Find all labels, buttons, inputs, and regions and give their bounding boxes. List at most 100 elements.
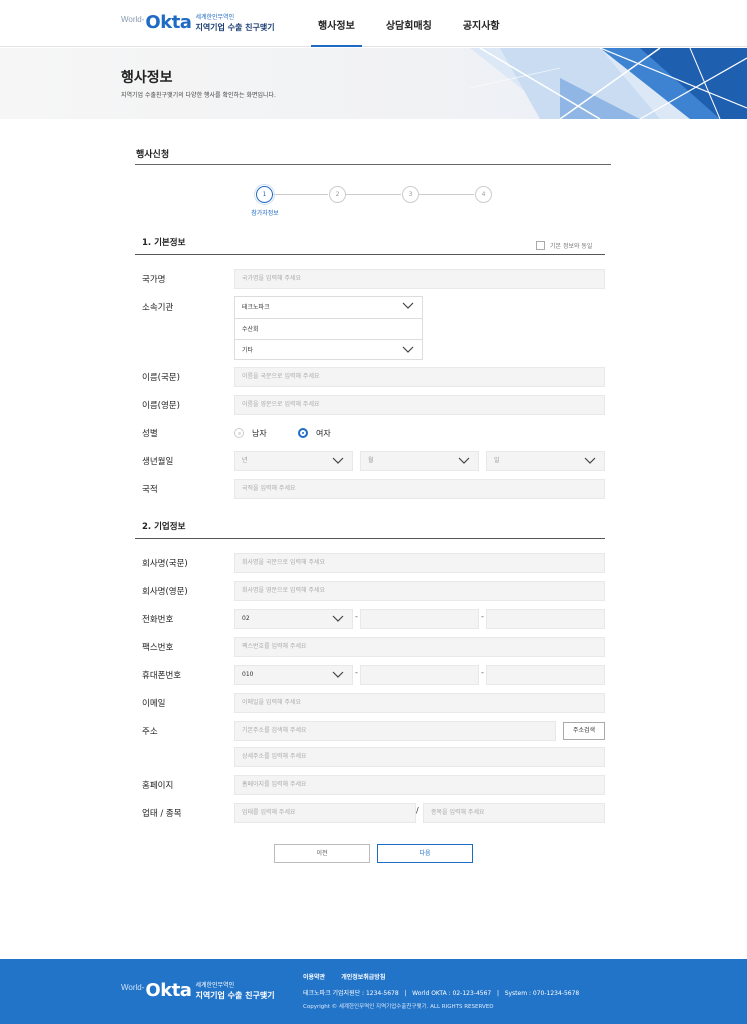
fax-label: 팩스번호: [142, 643, 174, 653]
banner-graphic: [469, 48, 747, 119]
name-en-label: 이름(영문): [142, 401, 180, 411]
nationality-input[interactable]: 국적을 입력해 주세요: [234, 479, 605, 499]
step-1: 1: [254, 184, 275, 205]
org-option-other[interactable]: 기타: [235, 340, 422, 361]
chevron-down-icon: [332, 671, 344, 678]
phone-separator: -: [355, 612, 358, 621]
address-label: 주소: [142, 727, 158, 737]
email-label: 이메일: [142, 699, 166, 709]
footer-logo-sub1: 세계한인무역인: [195, 982, 235, 989]
step-indicator: 1 2 3 4: [254, 184, 492, 216]
org-option-suhyup[interactable]: 수산회: [235, 319, 422, 340]
chevron-down-icon: [332, 457, 344, 464]
birth-year-select[interactable]: 년: [234, 451, 353, 471]
chevron-down-icon: [402, 346, 414, 353]
company-name-kr-input[interactable]: 회사명을 국문으로 입력해 주세요: [234, 553, 605, 573]
business-type-input[interactable]: 업태를 입력해 주세요: [234, 803, 416, 823]
mobile-last-input[interactable]: [486, 665, 605, 685]
logo-subtitle: 세계한인무역인 지역기업 수출 친구맺기: [195, 13, 274, 32]
name-en-input[interactable]: 이름을 영문으로 입력해 주세요: [234, 395, 605, 415]
org-dropdown: 테크노파크 수산회 기타: [234, 296, 423, 360]
logo-world-text: World-: [121, 15, 145, 24]
nationality-label: 국적: [142, 485, 158, 495]
step-connector: [419, 194, 474, 195]
phone-last-input[interactable]: [486, 609, 605, 629]
section-title: 행사신청: [136, 150, 170, 160]
phone-separator: -: [481, 612, 484, 621]
homepage-label: 홈페이지: [142, 781, 174, 791]
chevron-down-icon: [458, 457, 470, 464]
step-4: 4: [475, 186, 492, 203]
same-as-basic-label: 기본 정보와 동일: [550, 243, 593, 250]
mobile-prefix-select[interactable]: 010: [234, 665, 353, 685]
step-1-label: 참가자정보: [251, 210, 279, 217]
basic-info-heading: 1. 기본정보: [142, 238, 186, 248]
step-connector: [273, 194, 328, 195]
gender-label: 성별: [142, 429, 158, 439]
chevron-down-icon: [402, 302, 414, 309]
site-logo[interactable]: World- Okta 세계한인무역인 지역기업 수출 친구맺기: [121, 12, 275, 33]
business-label: 업태 / 종목: [142, 809, 182, 819]
company-info-heading: 2. 기업정보: [142, 522, 186, 532]
mobile-separator: -: [355, 668, 358, 677]
footer-logo-subtitle: 세계한인무역인 지역기업 수출 친구맺기: [195, 981, 274, 1000]
nav-event-info[interactable]: 행사정보: [311, 0, 362, 47]
nav-notice[interactable]: 공지사항: [463, 0, 500, 47]
gender-male-radio[interactable]: [234, 428, 244, 438]
logo-sub2: 지역기업 수출 친구맺기: [195, 23, 275, 32]
org-select[interactable]: 테크노파크: [235, 297, 422, 319]
footer-link-terms[interactable]: 이용약관: [303, 974, 325, 981]
homepage-input[interactable]: 홈페이지를 입력해 주세요: [234, 775, 605, 795]
page-title: 행사정보: [121, 70, 173, 86]
address-search-button[interactable]: 주소검색: [563, 722, 605, 740]
org-option-other-label: 기타: [242, 347, 254, 354]
mobile-middle-input[interactable]: [360, 665, 479, 685]
birth-label: 생년월일: [142, 457, 174, 467]
fax-input[interactable]: 팩스번호를 입력해 주세요: [234, 637, 605, 657]
main-nav: 행사정보 상담회매칭 공지사항: [311, 0, 531, 47]
same-as-basic-checkbox[interactable]: [536, 241, 545, 250]
footer-logo-okta: Okta: [145, 980, 192, 1001]
chevron-down-icon: [584, 457, 596, 464]
address-detail-input[interactable]: 상세주소를 입력해 주세요: [234, 747, 605, 767]
phone-area-select[interactable]: 02: [234, 609, 353, 629]
phone-middle-input[interactable]: [360, 609, 479, 629]
country-label: 국가명: [142, 275, 166, 285]
chevron-down-icon: [332, 615, 344, 622]
footer-contact-info: 테크노파크 기업지원단 : 1234-5678 | World OKTA : 0…: [303, 990, 580, 997]
gender-male-label: 남자: [252, 429, 267, 438]
birth-day-value: 일: [494, 457, 500, 464]
page-banner: [0, 48, 747, 119]
step-3: 3: [402, 186, 419, 203]
step-2: 2: [329, 186, 346, 203]
next-button[interactable]: 다음: [377, 844, 473, 863]
footer-links: 이용약관 개인정보취급방침: [303, 972, 399, 981]
birth-month-select[interactable]: 월: [360, 451, 479, 471]
site-header: World- Okta 세계한인무역인 지역기업 수출 친구맺기 행사정보 상담…: [0, 0, 747, 47]
gender-female-radio[interactable]: [298, 428, 308, 438]
footer-link-privacy[interactable]: 개인정보취급방침: [341, 974, 385, 981]
business-item-input[interactable]: 종목을 입력해 주세요: [423, 803, 605, 823]
site-footer: World- Okta 세계한인무역인 지역기업 수출 친구맺기 이용약관 개인…: [0, 959, 747, 1024]
phone-label: 전화번호: [142, 615, 174, 625]
address-input[interactable]: 기본주소를 검색해 주세요: [234, 721, 556, 741]
birth-year-value: 년: [242, 457, 248, 464]
name-kr-input[interactable]: 이름을 국문으로 입력해 주세요: [234, 367, 605, 387]
prev-button[interactable]: 이전: [274, 844, 370, 863]
company-name-kr-label: 회사명(국문): [142, 559, 188, 569]
name-kr-label: 이름(국문): [142, 373, 180, 383]
country-input[interactable]: 국가명을 입력해 주세요: [234, 269, 605, 289]
email-input[interactable]: 이메일을 입력해 주세요: [234, 693, 605, 713]
org-selected-value: 테크노파크: [242, 304, 270, 311]
business-slash: /: [416, 806, 419, 815]
org-label: 소속기관: [142, 303, 174, 313]
company-name-en-input[interactable]: 회사명을 영문으로 입력해 주세요: [234, 581, 605, 601]
footer-logo: World- Okta 세계한인무역인 지역기업 수출 친구맺기: [121, 980, 275, 1001]
company-name-en-label: 회사명(영문): [142, 587, 188, 597]
phone-area-value: 02: [242, 615, 250, 622]
footer-logo-sub2: 지역기업 수출 친구맺기: [195, 991, 275, 1000]
mobile-label: 휴대폰번호: [142, 671, 182, 681]
birth-day-select[interactable]: 일: [486, 451, 605, 471]
nav-consult-matching[interactable]: 상담회매칭: [386, 0, 432, 47]
gender-female-label: 여자: [316, 429, 331, 438]
